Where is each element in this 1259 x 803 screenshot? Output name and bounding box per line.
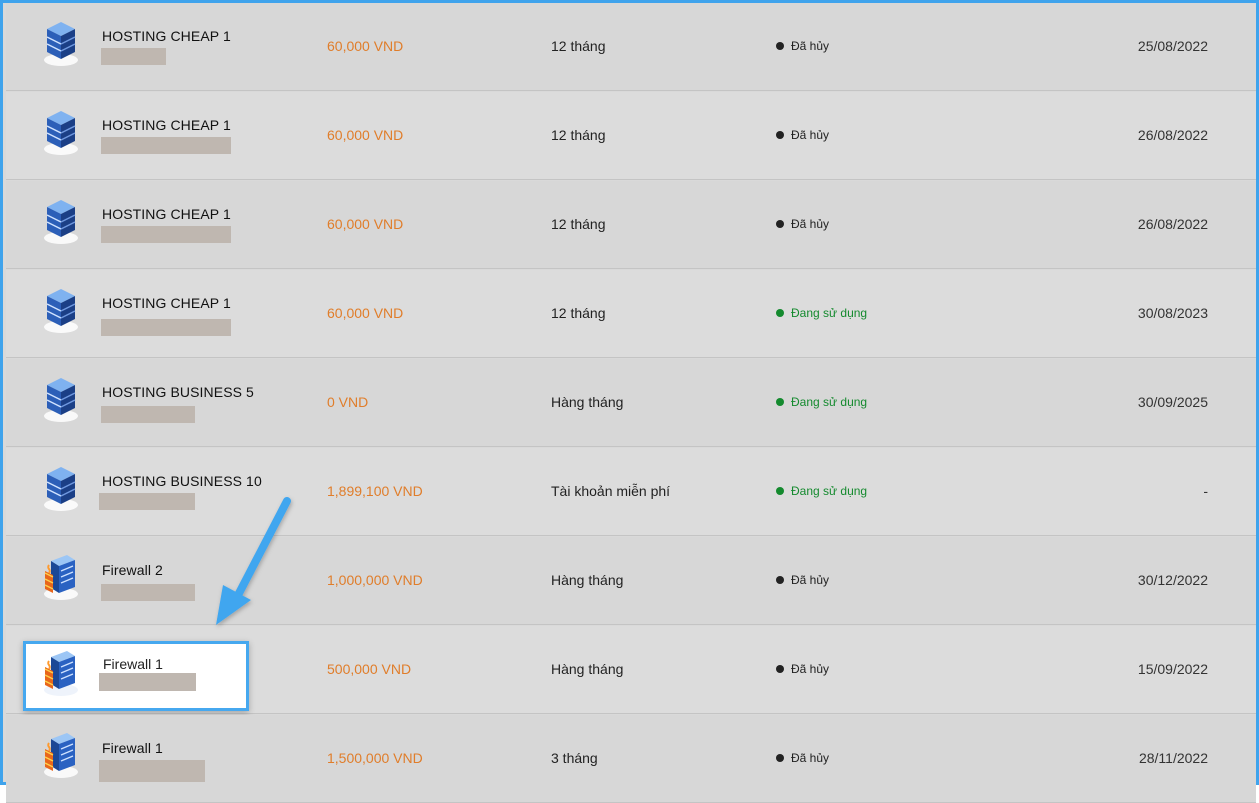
status-badge: Đang sử dụng — [776, 306, 867, 320]
redacted-domain — [101, 584, 195, 601]
billing-cycle: Hàng tháng — [551, 572, 624, 588]
status-label: Đã hủy — [791, 128, 830, 142]
status-badge: Đã hủy — [776, 662, 829, 676]
service-name[interactable]: Firewall 1 — [103, 656, 163, 672]
status-dot-icon — [776, 487, 784, 495]
redacted-domain — [99, 493, 195, 510]
redacted-domain — [101, 319, 231, 336]
redacted-domain — [101, 137, 231, 154]
due-date: - — [1203, 483, 1208, 499]
service-name[interactable]: HOSTING CHEAP 1 — [102, 28, 231, 44]
due-date: 25/08/2022 — [1137, 38, 1208, 54]
billing-cycle: 12 tháng — [551, 305, 606, 321]
due-date: 26/08/2022 — [1137, 127, 1208, 143]
service-price: 1,000,000 VND — [327, 572, 423, 588]
status-label: Đã hủy — [791, 217, 830, 231]
service-name[interactable]: HOSTING BUSINESS 10 — [102, 473, 262, 489]
table-row[interactable]: HOSTING CHEAP 1 60,000 VND 12 tháng Đã h… — [6, 92, 1256, 180]
table-row[interactable]: Firewall 1 1,500,000 VND 3 tháng Đã hủy … — [6, 715, 1256, 803]
table-row[interactable]: HOSTING CHEAP 1 60,000 VND 12 tháng Đang… — [6, 270, 1256, 358]
due-date: 30/09/2025 — [1137, 394, 1208, 410]
due-date: 15/09/2022 — [1137, 661, 1208, 677]
due-date: 30/08/2023 — [1137, 305, 1208, 321]
status-badge: Đã hủy — [776, 573, 829, 587]
billing-cycle: Hàng tháng — [551, 661, 624, 677]
service-name[interactable]: Firewall 1 — [102, 740, 163, 756]
status-label: Đã hủy — [791, 751, 830, 765]
status-label: Đang sử dụng — [791, 484, 868, 498]
status-dot-icon — [776, 220, 784, 228]
service-price: 500,000 VND — [327, 661, 412, 677]
service-name[interactable]: Firewall 2 — [102, 562, 163, 578]
service-name[interactable]: HOSTING BUSINESS 5 — [102, 384, 254, 400]
service-price: 1,899,100 VND — [327, 483, 423, 499]
server-icon — [44, 378, 78, 422]
status-badge: Đang sử dụng — [776, 395, 867, 409]
status-label: Đã hủy — [791, 573, 830, 587]
table-row[interactable]: Firewall 2 1,000,000 VND Hàng tháng Đã h… — [6, 537, 1256, 625]
service-price: 0 VND — [327, 394, 369, 410]
billing-cycle: 12 tháng — [551, 216, 606, 232]
firewall-icon — [44, 555, 78, 600]
redacted-domain — [99, 760, 205, 782]
table-row[interactable]: HOSTING CHEAP 1 60,000 VND 12 tháng Đã h… — [6, 181, 1256, 269]
table-row[interactable]: HOSTING CHEAP 1 60,000 VND 12 tháng Đã h… — [6, 3, 1256, 91]
status-label: Đang sử dụng — [791, 395, 868, 409]
status-badge: Đã hủy — [776, 128, 829, 142]
status-label: Đang sử dụng — [791, 306, 868, 320]
status-dot-icon — [776, 398, 784, 406]
status-dot-icon — [776, 754, 784, 762]
service-price: 60,000 VND — [327, 127, 404, 143]
table-row[interactable]: HOSTING BUSINESS 5 0 VND Hàng tháng Đang… — [6, 359, 1256, 447]
redacted-domain — [101, 48, 166, 65]
status-label: Đã hủy — [791, 39, 830, 53]
server-icon — [44, 111, 78, 155]
redacted-domain — [101, 226, 231, 243]
status-dot-icon — [776, 131, 784, 139]
status-dot-icon — [776, 309, 784, 317]
service-price: 60,000 VND — [327, 216, 404, 232]
redacted-domain — [101, 406, 195, 423]
server-icon — [44, 467, 78, 511]
status-label: Đã hủy — [791, 662, 830, 676]
status-badge: Đang sử dụng — [776, 484, 867, 498]
server-icon — [44, 200, 78, 244]
service-price: 1,500,000 VND — [327, 750, 423, 766]
due-date: 26/08/2022 — [1137, 216, 1208, 232]
billing-cycle: 3 tháng — [551, 750, 598, 766]
billing-cycle: Tài khoản miễn phí — [551, 483, 671, 499]
billing-cycle: Hàng tháng — [551, 394, 624, 410]
firewall-icon — [44, 733, 78, 778]
service-name[interactable]: HOSTING CHEAP 1 — [102, 295, 231, 311]
status-badge: Đã hủy — [776, 39, 829, 53]
service-price: 60,000 VND — [327, 38, 404, 54]
due-date: 30/12/2022 — [1137, 572, 1208, 588]
server-icon — [44, 22, 78, 66]
redacted-domain — [99, 673, 196, 691]
status-badge: Đã hủy — [776, 751, 829, 765]
status-dot-icon — [776, 42, 784, 50]
services-list: HOSTING CHEAP 1 60,000 VND 12 tháng Đã h… — [0, 0, 1259, 803]
service-price: 60,000 VND — [327, 305, 404, 321]
service-name[interactable]: HOSTING CHEAP 1 — [102, 117, 231, 133]
table-row[interactable]: HOSTING BUSINESS 10 1,899,100 VND Tài kh… — [6, 448, 1256, 536]
status-dot-icon — [776, 576, 784, 584]
highlighted-service-box[interactable]: Firewall 1 — [23, 641, 249, 711]
billing-cycle: 12 tháng — [551, 127, 606, 143]
due-date: 28/11/2022 — [1138, 750, 1208, 766]
service-name[interactable]: HOSTING CHEAP 1 — [102, 206, 231, 222]
status-dot-icon — [776, 665, 784, 673]
billing-cycle: 12 tháng — [551, 38, 606, 54]
server-icon — [44, 289, 78, 333]
firewall-icon — [44, 651, 78, 696]
status-badge: Đã hủy — [776, 217, 829, 231]
